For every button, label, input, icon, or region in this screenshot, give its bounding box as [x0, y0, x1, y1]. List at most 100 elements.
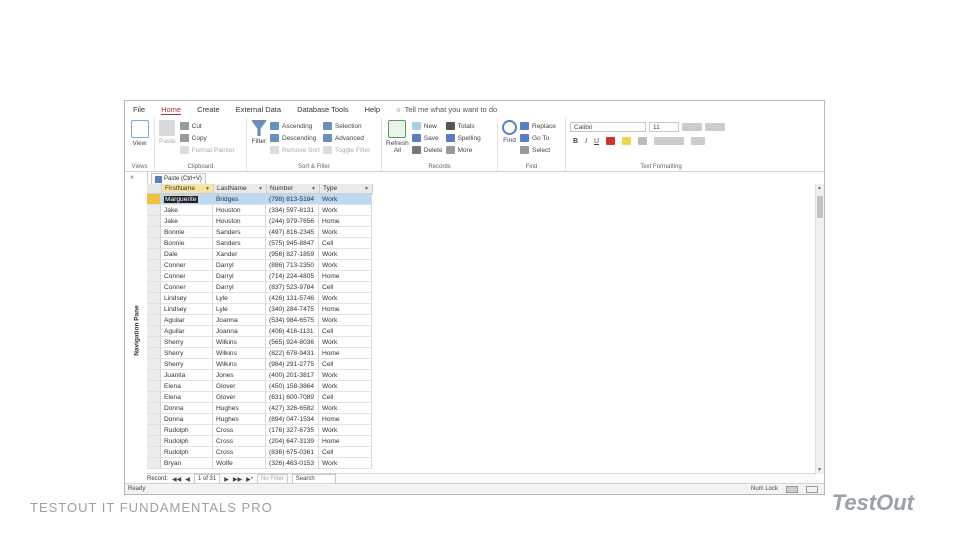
new-record-icon[interactable]: ▶* — [246, 476, 253, 483]
row-selector[interactable] — [147, 414, 161, 425]
table-row[interactable]: Aguilar Joanna (534) 984-6575 Work — [147, 315, 816, 326]
table-cell[interactable]: (340) 284-7475 — [266, 304, 319, 315]
ascending-button[interactable]: Ascending — [270, 120, 320, 132]
more-button[interactable]: More — [445, 144, 481, 156]
row-selector[interactable] — [147, 447, 161, 458]
tell-me-box[interactable]: ○ Tell me what you want to do — [396, 105, 497, 114]
table-cell[interactable]: Home — [319, 414, 372, 425]
table-cell[interactable]: (427) 326-6582 — [266, 403, 319, 414]
refresh-all-button[interactable]: Refresh All — [386, 120, 409, 169]
table-cell[interactable]: Joanna — [213, 326, 266, 337]
table-cell[interactable]: Work — [319, 403, 372, 414]
row-selector[interactable] — [147, 370, 161, 381]
column-header-number[interactable]: Number ▼ — [267, 184, 320, 194]
table-cell[interactable]: (836) 675-0361 — [266, 447, 319, 458]
highlight-icon[interactable] — [622, 137, 632, 145]
table-cell[interactable]: Glover — [213, 381, 266, 392]
table-row[interactable]: Rudolph Cross (176) 327-6735 Work — [147, 425, 816, 436]
table-cell[interactable]: Work — [319, 249, 372, 260]
table-cell[interactable]: Conner — [161, 260, 213, 271]
table-cell[interactable]: Rudolph — [161, 447, 213, 458]
gridlines-icon[interactable] — [691, 137, 706, 145]
table-row[interactable]: Rudolph Cross (204) 647-3139 Home — [147, 436, 816, 447]
column-header-lastname[interactable]: LastName ▼ — [214, 184, 267, 194]
new-record-button[interactable]: New — [411, 120, 443, 132]
table-cell[interactable]: Rudolph — [161, 436, 213, 447]
table-cell[interactable]: Jones — [213, 370, 266, 381]
row-selector[interactable] — [147, 392, 161, 403]
table-cell[interactable]: Work — [319, 194, 372, 205]
table-cell[interactable]: Marguerite — [161, 194, 213, 205]
table-row[interactable]: Elena Glover (631) 600-7089 Cell — [147, 392, 816, 403]
table-cell[interactable]: (984) 291-2775 — [266, 359, 319, 370]
table-cell[interactable]: Joanna — [213, 315, 266, 326]
table-cell[interactable]: Work — [319, 315, 372, 326]
tab-create[interactable]: Create — [197, 105, 220, 114]
table-cell[interactable]: Cross — [213, 447, 266, 458]
tab-home[interactable]: Home — [161, 105, 182, 115]
last-record-icon[interactable]: ▶▶ — [233, 476, 242, 483]
table-cell[interactable]: Sherry — [161, 337, 213, 348]
advanced-button[interactable]: Advanced — [322, 132, 370, 144]
table-cell[interactable]: (956) 827-1859 — [266, 249, 319, 260]
table-cell[interactable]: Houston — [213, 216, 266, 227]
table-cell[interactable]: Bonnie — [161, 227, 213, 238]
select-button[interactable]: Select — [520, 144, 556, 156]
table-row[interactable]: Conner Darryl (837) 523-9784 Cell — [147, 282, 816, 293]
selection-button[interactable]: Selection — [322, 120, 370, 132]
table-cell[interactable]: Cell — [319, 282, 372, 293]
table-cell[interactable]: Donna — [161, 403, 213, 414]
row-selector[interactable] — [147, 403, 161, 414]
indent-icon[interactable] — [682, 123, 702, 131]
table-cell[interactable]: Lindsey — [161, 304, 213, 315]
row-selector[interactable] — [147, 458, 161, 469]
table-cell[interactable]: Work — [319, 227, 372, 238]
table-cell[interactable]: Bryan — [161, 458, 213, 469]
table-cell[interactable]: Bridges — [213, 194, 266, 205]
table-cell[interactable]: (798) 813-5184 — [266, 194, 319, 205]
table-cell[interactable]: Sherry — [161, 359, 213, 370]
table-cell[interactable]: Hughes — [213, 403, 266, 414]
table-cell[interactable]: Hughes — [213, 414, 266, 425]
underline-button[interactable]: U — [594, 138, 599, 145]
table-cell[interactable]: Conner — [161, 282, 213, 293]
table-cell[interactable]: Lyle — [213, 293, 266, 304]
table-cell[interactable]: Aguilar — [161, 326, 213, 337]
table-cell[interactable]: Dale — [161, 249, 213, 260]
font-color-icon[interactable] — [606, 137, 616, 145]
first-record-icon[interactable]: ◀◀ — [172, 476, 181, 483]
row-selector[interactable] — [147, 348, 161, 359]
table-cell[interactable]: Houston — [213, 205, 266, 216]
table-cell[interactable]: Cell — [319, 447, 372, 458]
table-cell[interactable]: Work — [319, 425, 372, 436]
column-header-firstname[interactable]: FirstName ▼ — [162, 184, 214, 194]
table-row[interactable]: Elena Glover (450) 158-3864 Work — [147, 381, 816, 392]
filter-button[interactable]: Filter — [251, 120, 267, 169]
font-name-combo[interactable]: Calibri — [570, 122, 646, 132]
remove-sort-button[interactable]: Remove Sort — [270, 144, 320, 156]
table-cell[interactable]: (631) 600-7089 — [266, 392, 319, 403]
table-cell[interactable]: (400) 201-3817 — [266, 370, 319, 381]
table-row[interactable]: Donna Hughes (427) 326-6582 Work — [147, 403, 816, 414]
table-cell[interactable]: Cross — [213, 425, 266, 436]
table-cell[interactable]: Juanita — [161, 370, 213, 381]
table-row[interactable]: Jake Houston (244) 979-7656 Home — [147, 216, 816, 227]
align-icons[interactable] — [654, 137, 685, 145]
row-selector[interactable] — [147, 381, 161, 392]
row-selector[interactable] — [147, 260, 161, 271]
save-button[interactable]: Save — [411, 132, 443, 144]
table-cell[interactable]: Wolfe — [213, 458, 266, 469]
table-cell[interactable]: Home — [319, 271, 372, 282]
tab-external-data[interactable]: External Data — [236, 105, 281, 114]
table-cell[interactable]: Darryl — [213, 271, 266, 282]
table-cell[interactable]: Elena — [161, 392, 213, 403]
table-row[interactable]: Donna Hughes (894) 047-1534 Home — [147, 414, 816, 425]
table-row[interactable]: Dale Xander (956) 827-1859 Work — [147, 249, 816, 260]
table-cell[interactable]: Donna — [161, 414, 213, 425]
scroll-up-icon[interactable]: ▲ — [817, 185, 822, 191]
dropdown-arrow-icon[interactable]: ▼ — [364, 186, 369, 192]
table-cell[interactable]: Jake — [161, 216, 213, 227]
table-cell[interactable]: Glover — [213, 392, 266, 403]
table-cell[interactable]: (244) 979-7656 — [266, 216, 319, 227]
table-cell[interactable]: Cross — [213, 436, 266, 447]
